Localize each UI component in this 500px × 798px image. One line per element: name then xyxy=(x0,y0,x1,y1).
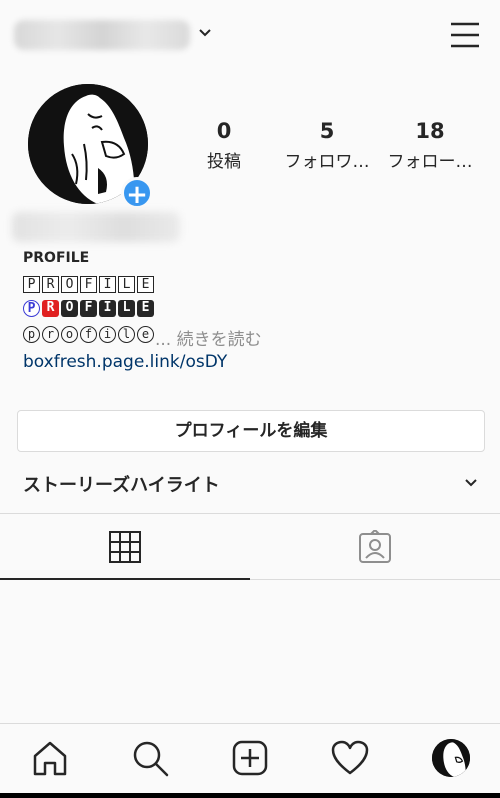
bio-line-filled: P R O F I L E xyxy=(23,300,154,319)
bio-char: F xyxy=(80,276,97,293)
bio-char: f xyxy=(80,326,97,343)
bio-char: P xyxy=(23,300,40,317)
stat-posts[interactable]: 0 投稿 xyxy=(174,118,274,172)
heart-icon[interactable] xyxy=(330,738,370,778)
bio-char: L xyxy=(118,276,135,293)
bio-char: E xyxy=(137,276,154,293)
bio-heading: PROFILE xyxy=(23,250,90,266)
divider xyxy=(250,579,500,580)
tab-grid[interactable] xyxy=(0,514,250,580)
stat-value: 5 xyxy=(319,119,335,143)
bottom-nav xyxy=(0,723,500,794)
stat-followers[interactable]: 5 フォロワ… xyxy=(277,118,377,172)
new-post-icon[interactable] xyxy=(230,738,270,778)
stat-following[interactable]: 18 フォロー… xyxy=(380,118,480,172)
chevron-down-icon[interactable] xyxy=(198,26,212,40)
grid-icon xyxy=(109,531,141,563)
search-icon[interactable] xyxy=(130,738,170,778)
profile-avatar-nav[interactable] xyxy=(432,739,470,777)
username-blurred[interactable] xyxy=(14,20,190,50)
bio-char: I xyxy=(99,276,116,293)
story-highlights-title[interactable]: ストーリーズハイライト xyxy=(23,471,220,497)
bio-char: E xyxy=(137,300,154,317)
bio-char: l xyxy=(118,326,135,343)
bio-line-circled: p r o f i l e xyxy=(23,325,154,344)
bio-char: P xyxy=(23,276,40,293)
stat-label: フォロワ… xyxy=(284,152,370,172)
profile-website-link[interactable]: boxfresh.page.link/osDY xyxy=(23,352,227,372)
bio-char: O xyxy=(61,276,78,293)
bio-char: p xyxy=(23,326,40,343)
stat-label: 投稿 xyxy=(207,152,241,172)
active-tab-indicator xyxy=(0,578,250,580)
tagged-person-icon[interactable] xyxy=(358,530,392,564)
bio-char: e xyxy=(137,326,154,343)
stat-value: 0 xyxy=(216,119,232,143)
chevron-down-icon[interactable] xyxy=(463,475,479,491)
bio-char: I xyxy=(99,300,116,317)
bio-char: O xyxy=(61,300,78,317)
bio-char: R xyxy=(42,300,59,317)
bio-char: F xyxy=(80,300,97,317)
bio-char: o xyxy=(61,326,78,343)
edit-profile-button[interactable]: プロフィールを編集 xyxy=(17,410,485,452)
stat-value: 18 xyxy=(415,119,445,143)
bio-char: L xyxy=(118,300,135,317)
bio-line-boxed: P R O F I L E xyxy=(23,276,154,295)
bio-char: i xyxy=(99,326,116,343)
stat-label: フォロー… xyxy=(387,152,473,172)
bio-char: r xyxy=(42,326,59,343)
display-name-blurred xyxy=(12,212,180,242)
top-bar xyxy=(0,0,500,70)
avatar-illustration xyxy=(432,739,470,777)
add-story-badge[interactable]: + xyxy=(121,177,153,210)
hamburger-menu-icon[interactable] xyxy=(449,20,481,50)
read-more-link[interactable]: ... 続きを読む xyxy=(155,325,262,350)
home-icon[interactable] xyxy=(30,738,70,778)
profile-avatar-wrap[interactable]: + xyxy=(28,84,153,210)
system-bar xyxy=(0,793,500,798)
bio-char: R xyxy=(42,276,59,293)
